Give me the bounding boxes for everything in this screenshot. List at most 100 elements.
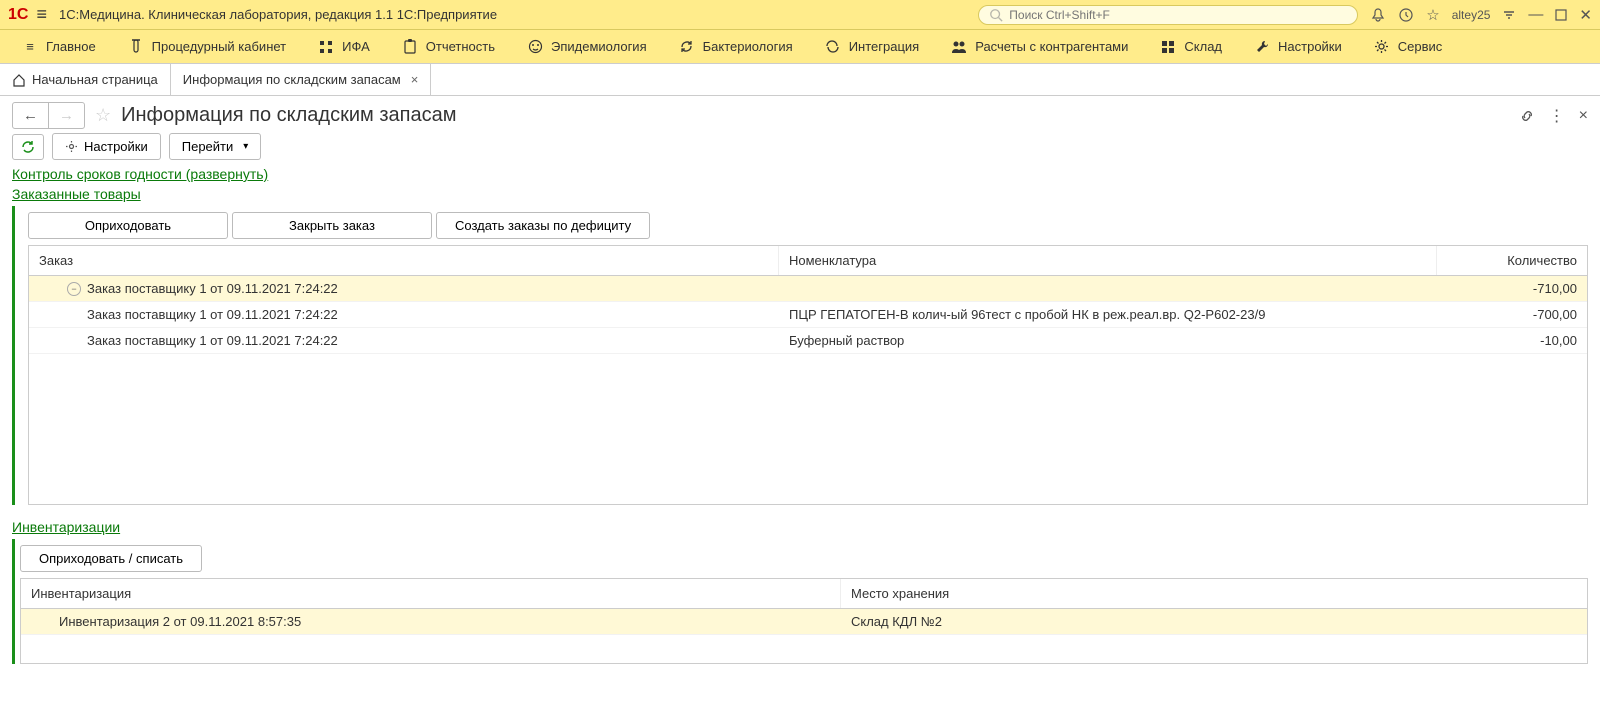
cell-nomenclature: ПЦР ГЕПАТОГЕН-В колич-ый 96тест с пробой… bbox=[779, 302, 1437, 327]
app-logo: 1C bbox=[8, 6, 28, 24]
inventory-table: Инвентаризация Место хранения Инвентариз… bbox=[20, 578, 1588, 664]
tab-label: Информация по складским запасам bbox=[183, 72, 401, 87]
menu-reports[interactable]: Отчетность bbox=[388, 33, 509, 61]
cell-order: Заказ поставщику 1 от 09.11.2021 7:24:22 bbox=[29, 328, 779, 353]
main-menu-icon[interactable]: ≡ bbox=[36, 4, 47, 25]
page-toolbar: ← → ☆ Информация по складским запасам ⋮ … bbox=[12, 102, 1588, 129]
close-order-button[interactable]: Закрыть заказ bbox=[232, 212, 432, 239]
menu-label: Отчетность bbox=[426, 39, 495, 54]
menu-label: Сервис bbox=[1398, 39, 1443, 54]
cell-location: Склад КДЛ №2 bbox=[841, 609, 1587, 634]
collapse-icon[interactable]: − bbox=[67, 282, 81, 296]
header-order[interactable]: Заказ bbox=[29, 246, 779, 275]
refresh-button[interactable] bbox=[12, 134, 44, 160]
grid-icon bbox=[318, 39, 334, 55]
table-header: Заказ Номенклатура Количество bbox=[29, 246, 1587, 276]
forward-button[interactable]: → bbox=[48, 103, 84, 128]
filter-icon[interactable] bbox=[1502, 8, 1516, 22]
ordered-goods-link[interactable]: Заказанные товары bbox=[12, 186, 141, 202]
back-button[interactable]: ← bbox=[13, 103, 48, 128]
menu-main[interactable]: ≡ Главное bbox=[8, 33, 110, 61]
table-body: Инвентаризация 2 от 09.11.2021 8:57:35 С… bbox=[21, 609, 1587, 663]
close-icon[interactable]: ✕ bbox=[1579, 6, 1592, 24]
user-name[interactable]: altey25 bbox=[1452, 8, 1491, 22]
sync-icon bbox=[825, 39, 841, 55]
search-input[interactable] bbox=[1009, 8, 1347, 22]
header-inventory[interactable]: Инвентаризация bbox=[21, 579, 841, 608]
cell-inventory: Инвентаризация 2 от 09.11.2021 8:57:35 bbox=[21, 609, 841, 634]
goto-button[interactable]: Перейти bbox=[169, 133, 262, 160]
header-location[interactable]: Место хранения bbox=[841, 579, 1587, 608]
menu-ifa[interactable]: ИФА bbox=[304, 33, 384, 61]
table-row-group[interactable]: − Заказ поставщику 1 от 09.11.2021 7:24:… bbox=[29, 276, 1587, 302]
inventory-link[interactable]: Инвентаризации bbox=[12, 519, 120, 535]
home-icon bbox=[12, 73, 26, 87]
tab-close-icon[interactable]: × bbox=[411, 72, 419, 87]
menu-label: Интеграция bbox=[849, 39, 920, 54]
title-bar: 1C ≡ 1С:Медицина. Клиническая лаборатори… bbox=[0, 0, 1600, 30]
global-search[interactable] bbox=[978, 5, 1358, 25]
button-label: Перейти bbox=[182, 139, 234, 154]
menu-settings[interactable]: Настройки bbox=[1240, 33, 1356, 61]
table-body: − Заказ поставщику 1 от 09.11.2021 7:24:… bbox=[29, 276, 1587, 504]
settings-button[interactable]: Настройки bbox=[52, 133, 161, 160]
tab-bar: Начальная страница Информация по складск… bbox=[0, 64, 1600, 96]
menu-epidem[interactable]: Эпидемиология bbox=[513, 33, 661, 61]
history-icon[interactable] bbox=[1398, 7, 1414, 23]
menu-label: Эпидемиология bbox=[551, 39, 647, 54]
menu-integration[interactable]: Интеграция bbox=[811, 33, 934, 61]
table-header: Инвентаризация Место хранения bbox=[21, 579, 1587, 609]
tab-stock-info[interactable]: Информация по складским запасам × bbox=[171, 64, 432, 95]
menu-icon: ≡ bbox=[22, 39, 38, 55]
menu-payments[interactable]: Расчеты с контрагентами bbox=[937, 33, 1142, 61]
menu-procedural[interactable]: Процедурный кабинет bbox=[114, 33, 300, 61]
button-label: Настройки bbox=[84, 139, 148, 154]
menu-label: Склад bbox=[1184, 39, 1222, 54]
blocks-icon bbox=[1160, 39, 1176, 55]
menu-label: Главное bbox=[46, 39, 96, 54]
wrench-icon bbox=[1254, 39, 1270, 55]
page-content: ← → ☆ Информация по складским запасам ⋮ … bbox=[0, 96, 1600, 684]
menu-label: Бактериология bbox=[703, 39, 793, 54]
cell-quantity: -700,00 bbox=[1437, 302, 1587, 327]
menu-label: Настройки bbox=[1278, 39, 1342, 54]
header-nomenclature[interactable]: Номенклатура bbox=[779, 246, 1437, 275]
inventory-toolbar: Оприходовать / списать bbox=[16, 539, 1588, 578]
menu-label: Расчеты с контрагентами bbox=[975, 39, 1128, 54]
create-orders-button[interactable]: Создать заказы по дефициту bbox=[436, 212, 650, 239]
star-icon[interactable]: ☆ bbox=[1426, 6, 1439, 24]
cell-order: Заказ поставщику 1 от 09.11.2021 7:24:22 bbox=[87, 281, 338, 296]
menu-bacteriology[interactable]: Бактериология bbox=[665, 33, 807, 61]
menu-warehouse[interactable]: Склад bbox=[1146, 33, 1236, 61]
link-icon[interactable] bbox=[1519, 108, 1535, 124]
page-title: Информация по складским запасам bbox=[121, 104, 456, 127]
refresh-icon bbox=[21, 140, 35, 154]
table-row[interactable]: Заказ поставщику 1 от 09.11.2021 7:24:22… bbox=[29, 328, 1587, 354]
favorite-icon[interactable]: ☆ bbox=[95, 105, 111, 126]
inventory-panel: Оприходовать / списать Инвентаризация Ме… bbox=[12, 539, 1588, 664]
tab-label: Начальная страница bbox=[32, 72, 158, 87]
tab-home[interactable]: Начальная страница bbox=[0, 64, 171, 95]
minimize-icon[interactable]: — bbox=[1528, 6, 1543, 23]
clipboard-icon bbox=[402, 39, 418, 55]
receive-writeoff-button[interactable]: Оприходовать / списать bbox=[20, 545, 202, 572]
table-row[interactable]: Заказ поставщику 1 от 09.11.2021 7:24:22… bbox=[29, 302, 1587, 328]
ordered-toolbar: Оприходовать Закрыть заказ Создать заказ… bbox=[16, 206, 1588, 245]
cell-nomenclature bbox=[779, 276, 1437, 301]
cell-quantity: -710,00 bbox=[1437, 276, 1587, 301]
header-quantity[interactable]: Количество bbox=[1437, 246, 1587, 275]
refresh-icon bbox=[679, 39, 695, 55]
menu-service[interactable]: Сервис bbox=[1360, 33, 1457, 61]
table-row[interactable]: Инвентаризация 2 от 09.11.2021 8:57:35 С… bbox=[21, 609, 1587, 635]
receive-button[interactable]: Оприходовать bbox=[28, 212, 228, 239]
main-menu-bar: ≡ Главное Процедурный кабинет ИФА Отчетн… bbox=[0, 30, 1600, 64]
bell-icon[interactable] bbox=[1370, 7, 1386, 23]
close-page-icon[interactable]: × bbox=[1579, 107, 1588, 125]
maximize-icon[interactable] bbox=[1555, 9, 1567, 21]
more-icon[interactable]: ⋮ bbox=[1549, 106, 1565, 126]
expiry-control-link[interactable]: Контроль сроков годности (развернуть) bbox=[12, 166, 268, 182]
nav-buttons: ← → bbox=[12, 102, 85, 129]
search-icon bbox=[989, 8, 1003, 22]
menu-label: Процедурный кабинет bbox=[152, 39, 286, 54]
menu-label: ИФА bbox=[342, 39, 370, 54]
